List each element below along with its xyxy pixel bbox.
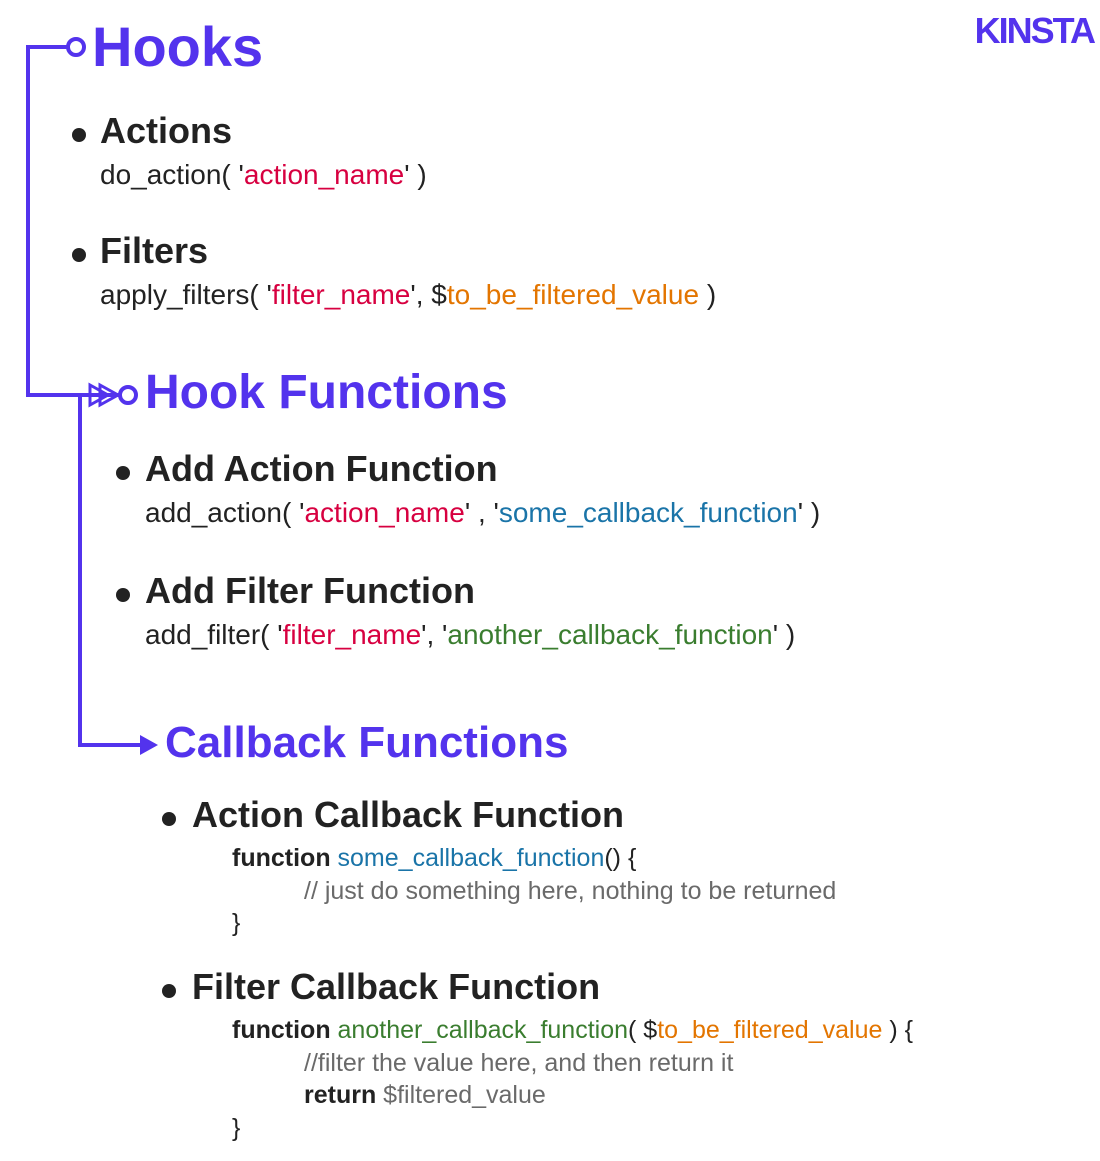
brand-logo: KINSTA	[975, 10, 1094, 52]
bullet-icon	[72, 248, 86, 262]
code-add-filter: add_filter( 'filter_name', 'another_call…	[145, 616, 795, 654]
item-title-actions: Actions	[100, 110, 232, 152]
item-title-add-filter: Add Filter Function	[145, 570, 475, 612]
code-add-action: add_action( 'action_name' , 'some_callba…	[145, 494, 820, 532]
bullet-icon	[116, 588, 130, 602]
diagram-canvas: KINSTA Hooks Actions do_action( 'action_…	[0, 0, 1100, 1161]
bullet-icon	[162, 812, 176, 826]
code-filter-callback: function another_callback_function( $to_…	[232, 1014, 913, 1144]
section-title-hook-functions: Hook Functions	[145, 368, 508, 418]
section-title-callback-functions: Callback Functions	[165, 720, 568, 766]
item-title-add-action: Add Action Function	[145, 448, 498, 490]
code-apply-filters: apply_filters( 'filter_name', $to_be_fil…	[100, 276, 716, 314]
item-title-filter-callback: Filter Callback Function	[192, 966, 600, 1008]
code-action-callback: function some_callback_function() { // j…	[232, 842, 836, 940]
bullet-icon	[72, 128, 86, 142]
bullet-icon	[162, 984, 176, 998]
section-title-hooks: Hooks	[92, 18, 263, 77]
item-title-filters: Filters	[100, 230, 208, 272]
bullet-icon	[116, 466, 130, 480]
item-title-action-callback: Action Callback Function	[192, 794, 624, 836]
code-do-action: do_action( 'action_name' )	[100, 156, 427, 194]
